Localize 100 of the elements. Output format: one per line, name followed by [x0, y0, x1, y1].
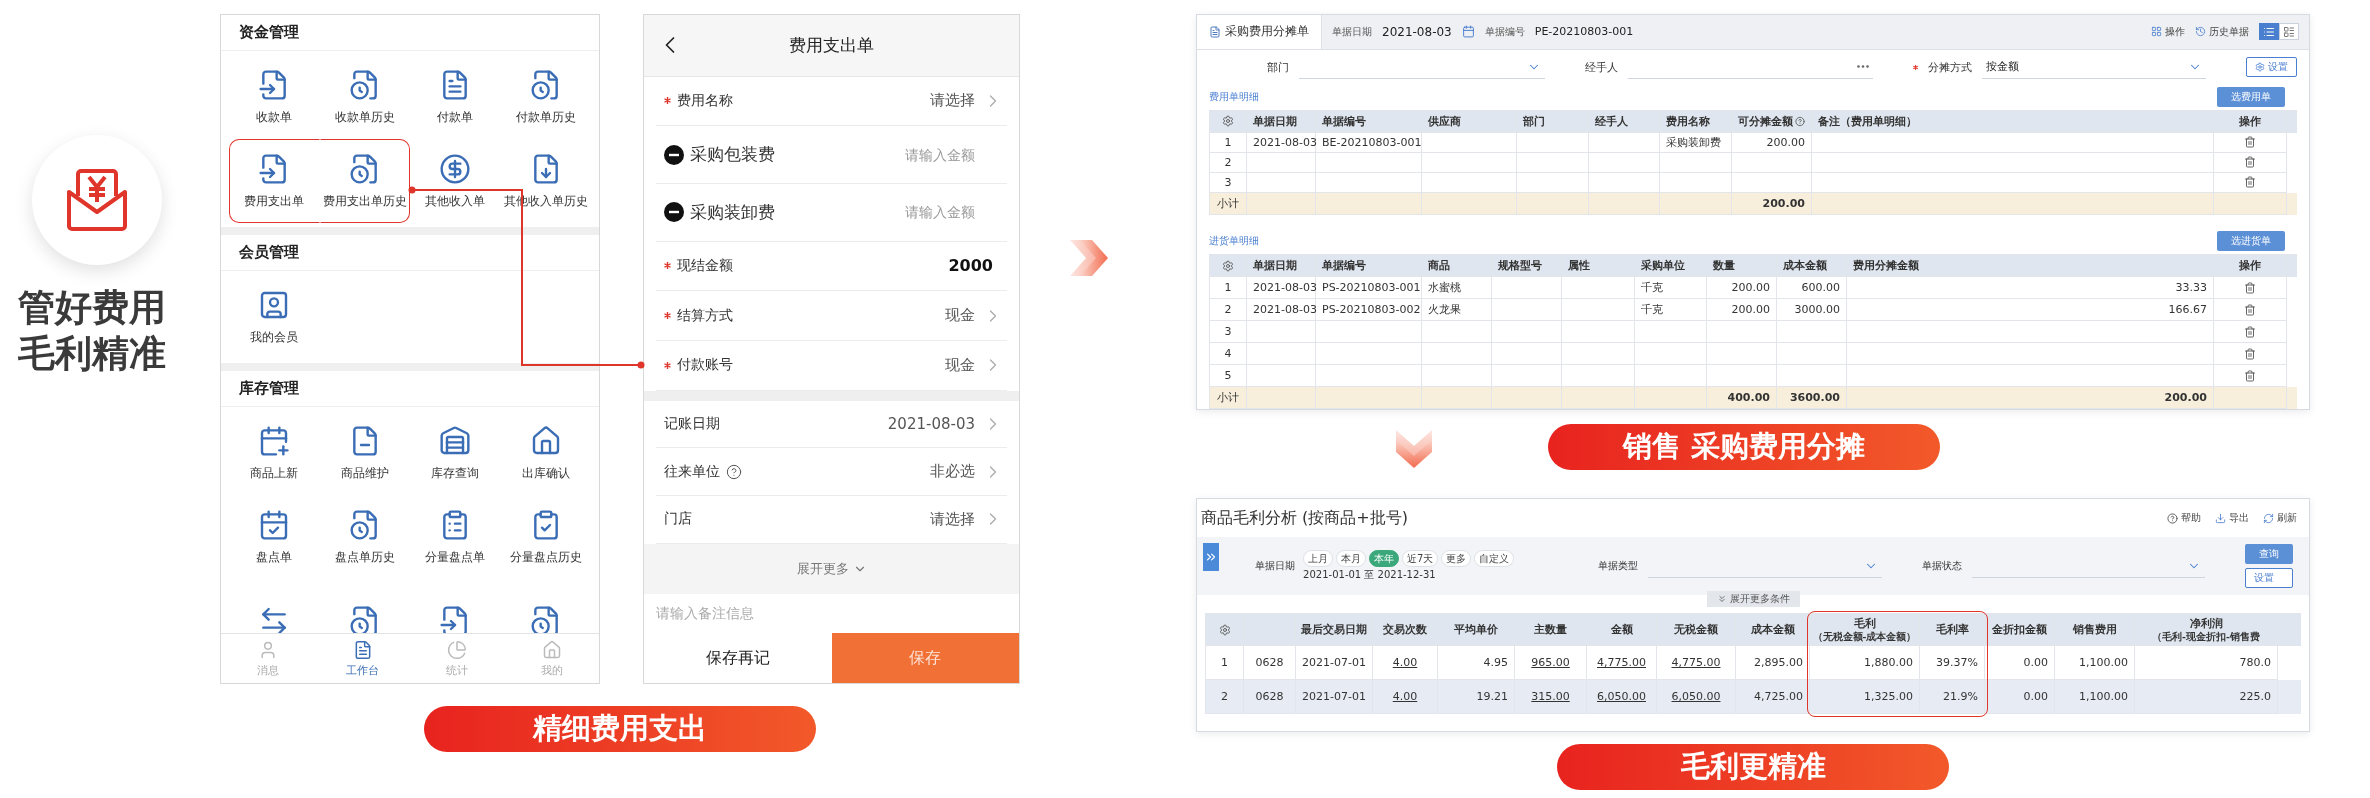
- app-tile[interactable]: 商品维护: [319, 411, 410, 495]
- table-cell: [1517, 172, 1589, 193]
- period-chip[interactable]: 上月: [1303, 550, 1334, 567]
- period-chip[interactable]: 自定义: [1474, 550, 1515, 567]
- table-link[interactable]: 315.00: [1515, 680, 1587, 714]
- app-tile[interactable]: 收款单历史: [319, 55, 410, 139]
- subtotal-label: 小计: [1210, 387, 1247, 409]
- field-label: 门店: [664, 510, 692, 529]
- delete-icon: [2244, 281, 2256, 294]
- app-tile[interactable]: 盘点单: [229, 495, 320, 579]
- envelope-yen-icon: [66, 168, 128, 232]
- window-title: 商品毛利分析 (按商品+批号): [1200, 507, 1409, 529]
- table-link[interactable]: 4.00: [1373, 680, 1438, 714]
- expand-conditions-button[interactable]: 展开更多条件: [1706, 591, 1800, 607]
- field-label: 结算方式: [677, 306, 733, 325]
- app-tile[interactable]: 付款单: [410, 55, 501, 139]
- subtotal-cell: 200.00: [1847, 387, 2214, 409]
- settings-button[interactable]: 设置: [2246, 57, 2297, 78]
- table-cell: 1,100.00: [2055, 680, 2135, 714]
- select-field[interactable]: 2021-08-03: [887, 414, 1003, 435]
- toolbar-button[interactable]: 操作: [2151, 24, 2185, 39]
- select-field[interactable]: 请选择: [930, 509, 1003, 530]
- date-range: 2021-01-01 至 2021-12-31: [1303, 568, 1437, 582]
- app-tile[interactable]: 费用支出单历史: [319, 139, 410, 223]
- toolbar-button[interactable]: 帮助: [2167, 511, 2201, 525]
- select-field[interactable]: 请选择: [930, 90, 1003, 111]
- toolbar-button[interactable]: 导出: [2215, 511, 2249, 525]
- remove-icon[interactable]: [664, 144, 684, 165]
- table-cell: 0628: [1244, 680, 1296, 714]
- list-icon: [2263, 25, 2275, 38]
- table-cell: [1247, 172, 1316, 193]
- table-cell: 200.00: [1732, 132, 1812, 153]
- date-value: 2021-08-03: [1382, 24, 1452, 39]
- table-cell: 19.21: [1438, 680, 1515, 714]
- select-field[interactable]: 现金: [945, 355, 1003, 376]
- toolbar-button[interactable]: 刷新: [2263, 511, 2297, 525]
- column-header: 单据编号: [1316, 110, 1422, 133]
- view-toggle[interactable]: [2259, 23, 2279, 41]
- section-title: 库存管理: [221, 371, 599, 407]
- remove-icon[interactable]: [664, 202, 684, 223]
- period-chip[interactable]: 近7天: [1402, 550, 1439, 567]
- history-icon: [2195, 26, 2206, 38]
- field-label: 分摊方式: [1928, 59, 1973, 75]
- settings-button[interactable]: 设置: [2245, 568, 2293, 588]
- select-field[interactable]: 现金: [945, 305, 1003, 326]
- app-tile[interactable]: 库存查询: [410, 411, 501, 495]
- table-cell: 2: [1206, 680, 1244, 714]
- app-tile[interactable]: 出库确认: [500, 411, 591, 495]
- expand-more-button[interactable]: 展开更多: [790, 558, 873, 579]
- table-link[interactable]: 6,050.00: [1587, 680, 1657, 714]
- amount-field[interactable]: 请输入金额: [807, 203, 977, 222]
- table-cell: [1517, 192, 1589, 215]
- export-icon: [2215, 512, 2226, 524]
- table-cell: [1660, 152, 1732, 173]
- toolbar-button[interactable]: 历史单据: [2195, 24, 2249, 39]
- period-chip[interactable]: 本月: [1336, 550, 1367, 567]
- field-value: 2000: [948, 256, 993, 276]
- document-icon: [1209, 25, 1221, 38]
- table-cell: [1517, 132, 1589, 153]
- coin-icon: [439, 152, 472, 185]
- app-tile[interactable]: 盘点单历史: [319, 495, 410, 579]
- subtotal-cell: 200.00: [1732, 192, 1812, 215]
- table-link[interactable]: 6,050.00: [1657, 680, 1736, 714]
- layout-list-icon: [2283, 25, 2295, 38]
- period-chip[interactable]: 更多: [1441, 550, 1472, 567]
- tab-bar-item[interactable]: 工作台: [315, 634, 410, 683]
- subtotal-cell: 400.00: [1707, 387, 1777, 409]
- app-tile[interactable]: 费用支出单: [229, 139, 320, 223]
- app-tile[interactable]: 分量盘点历史: [500, 495, 591, 579]
- table-cell: BE-20210803-001: [1316, 132, 1422, 153]
- help-icon[interactable]: [726, 463, 742, 480]
- app-tile[interactable]: 分量盘点单: [410, 495, 501, 579]
- refresh-icon: [2263, 512, 2274, 524]
- app-tile[interactable]: 我的会员: [229, 275, 320, 359]
- column-header: 费用名称: [1660, 110, 1732, 133]
- section-title: 费用单明细: [1209, 90, 1259, 105]
- table-cell: 2021-07-01: [1296, 680, 1373, 714]
- app-tile[interactable]: 付款单历史: [500, 55, 591, 139]
- settings-icon: [2255, 62, 2265, 73]
- delete-icon: [2244, 369, 2256, 382]
- dropdown-field[interactable]: 按金额: [1982, 55, 2206, 80]
- app-tile[interactable]: 收款单: [229, 55, 320, 139]
- settings-icon: [1222, 259, 1234, 272]
- document-number: PE-20210803-001: [1534, 25, 1634, 39]
- table-cell: 2021-08-03: [1247, 132, 1316, 153]
- section-title: 进货单明细: [1209, 234, 1259, 249]
- document-tab[interactable]: 采购费用分摊单: [1197, 15, 1322, 49]
- delete-icon: [2244, 176, 2256, 189]
- column-header: 备注（费用单明细）: [1812, 110, 2214, 133]
- amount-field[interactable]: 请输入金额: [807, 145, 977, 164]
- caption-banner: 毛利更精准: [1557, 744, 1949, 790]
- select-field[interactable]: 非必选: [930, 461, 1003, 482]
- field-label: 单据编号: [1484, 24, 1525, 39]
- app-tile[interactable]: 其他收入单: [410, 139, 501, 223]
- sidebar-toggle[interactable]: [1203, 543, 1220, 571]
- field-label: 付款账号: [677, 356, 733, 375]
- table-cell: [1660, 172, 1732, 193]
- table-row[interactable]: 2 0628 2021-07-01 4.00 19.21 315.00 6,050.00 6,050.00 4,725.00 1,325.00 21.9% 0.00 1,100.00 225.0: [1206, 680, 2301, 714]
- app-tile[interactable]: 商品上新: [229, 411, 320, 495]
- table-cell: 1: [1210, 132, 1247, 153]
